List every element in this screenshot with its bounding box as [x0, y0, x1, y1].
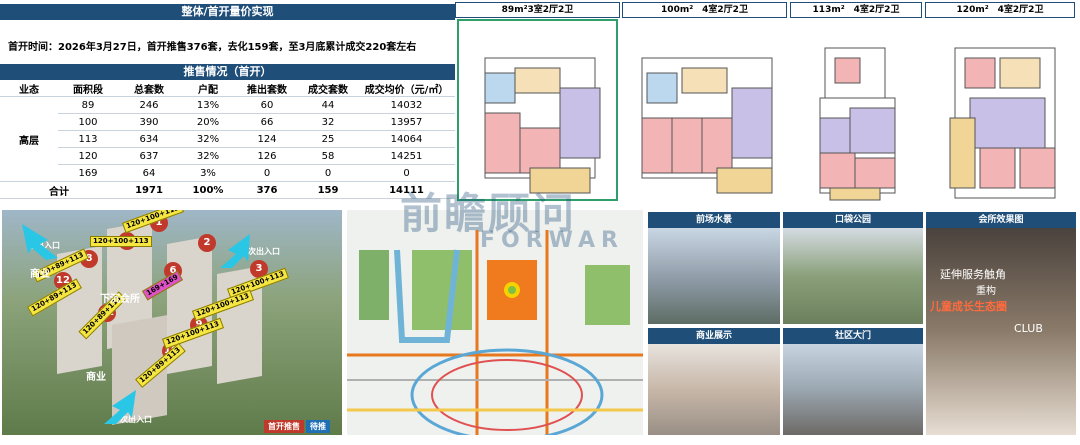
- photo-title: 会所效果图: [926, 212, 1076, 228]
- table-cell: 100%: [180, 181, 236, 199]
- entry-arrow-icon: [220, 234, 250, 268]
- table-cell: 120: [58, 147, 118, 165]
- table-cell: 1971: [118, 181, 180, 199]
- sales-table-wrap: 业态 面积段 总套数 户配 推出套数 成交套数 成交均价（元/㎡） 高层 89 …: [0, 80, 455, 199]
- table-row: 120 637 32% 126 58 14251: [0, 147, 455, 165]
- table-cell: 637: [118, 147, 180, 165]
- floorplan-120-drawing: [949, 47, 1056, 199]
- table-cell: 0: [236, 164, 298, 182]
- table-cell: 126: [236, 147, 298, 165]
- club-text: CLUB: [1014, 322, 1043, 335]
- table-cell: 32%: [180, 147, 236, 165]
- summary-title: 整体/首开量价实现: [0, 4, 455, 20]
- table-cell: 246: [118, 96, 180, 114]
- table-cell: 20%: [180, 113, 236, 131]
- floorplan-89: 89m²3室2厅2卫: [455, 2, 620, 202]
- table-cell: 64: [118, 164, 180, 182]
- photo-title: 前场水景: [648, 212, 780, 228]
- photo-pocket-park: 口袋公园: [783, 212, 923, 324]
- table-row: 100 390 20% 66 32 13957: [0, 113, 455, 131]
- floorplan-100-drawing: [641, 57, 773, 194]
- photo-title: 社区大门: [783, 328, 923, 344]
- table-cell: 13%: [180, 96, 236, 114]
- entry-arrows: [22, 224, 250, 424]
- total-label: 合计: [0, 181, 118, 199]
- photo-title: 口袋公园: [783, 212, 923, 228]
- club-text: 儿童成长生态圈: [930, 300, 1007, 313]
- table-cell: 58: [298, 147, 358, 165]
- table-cell: 14064: [358, 130, 455, 148]
- floorplan-120: 120m² 4室2厅2卫: [925, 2, 1075, 202]
- table-cell: 113: [58, 130, 118, 148]
- table-cell: 390: [118, 113, 180, 131]
- floorplan-100: 100m² 4室2厅2卫: [622, 2, 787, 202]
- club-text: 延伸服务触角: [940, 268, 1006, 281]
- club-text: 重构: [976, 286, 996, 297]
- col-header: 成交均价（元/㎡）: [358, 80, 455, 97]
- entry-arrow-icon: [104, 390, 136, 424]
- table-cell: 0: [298, 164, 358, 182]
- table-cell: 14251: [358, 147, 455, 165]
- col-header: 户配: [180, 80, 236, 97]
- table-cell: 124: [236, 130, 298, 148]
- category-cell: 高层: [0, 96, 58, 182]
- floorplan-title: 120m² 4室2厅2卫: [925, 2, 1075, 18]
- table-cell: 634: [118, 130, 180, 148]
- floorplan-title: 100m² 4室2厅2卫: [622, 2, 787, 18]
- floorplan-89-drawing: [457, 19, 618, 201]
- watermark-en: FORWAR: [480, 228, 624, 253]
- site-aerial-image: 1 2 3 6 7 8 9 10 11 12 120+100+113 120+1…: [2, 210, 342, 435]
- table-cell: 13957: [358, 113, 455, 131]
- col-header: 业态: [0, 80, 58, 97]
- floorplan-113: 113m² 4室2厅2卫: [790, 2, 922, 202]
- col-header: 面积段: [58, 80, 118, 97]
- table-header-row: 业态 面积段 总套数 户配 推出套数 成交套数 成交均价（元/㎡）: [0, 80, 455, 97]
- table-cell: 60: [236, 96, 298, 114]
- table-row: 169 64 3% 0 0 0: [0, 164, 455, 182]
- sales-title: 推售情况（首开）: [0, 64, 455, 80]
- photo-title: 商业展示: [648, 328, 780, 344]
- table-cell: 169: [58, 164, 118, 182]
- table-row: 113 634 32% 124 25 14064: [0, 130, 455, 148]
- table-cell: 3%: [180, 164, 236, 182]
- legend-launch: 首开推售: [264, 420, 304, 433]
- photo-club-effect: 会所效果图 延伸服务触角 重构 儿童成长生态圈 CLUB: [926, 212, 1076, 435]
- photo-front-water: 前场水景: [648, 212, 780, 324]
- table-cell: 32%: [180, 130, 236, 148]
- table-cell: 14032: [358, 96, 455, 114]
- table-cell: 32: [298, 113, 358, 131]
- col-header: 成交套数: [298, 80, 358, 97]
- table-cell: 0: [358, 164, 455, 182]
- legend-pending: 待推: [306, 420, 330, 433]
- col-header: 总套数: [118, 80, 180, 97]
- table-cell: 376: [236, 181, 298, 199]
- table-cell: 89: [58, 96, 118, 114]
- entry-arrow-icon: [22, 224, 58, 260]
- floorplan-113-drawing: [819, 47, 896, 201]
- table-cell: 25: [298, 130, 358, 148]
- sales-table: 业态 面积段 总套数 户配 推出套数 成交套数 成交均价（元/㎡） 高层 89 …: [0, 80, 455, 199]
- table-cell: 44: [298, 96, 358, 114]
- table-row: 高层 89 246 13% 60 44 14032: [0, 96, 455, 182]
- floorplan-title: 113m² 4室2厅2卫: [790, 2, 922, 18]
- table-cell: 66: [236, 113, 298, 131]
- col-header: 推出套数: [236, 80, 298, 97]
- floorplan-title: 89m²3室2厅2卫: [455, 2, 620, 18]
- photo-commercial: 商业展示: [648, 328, 780, 435]
- table-total-row: 合计 1971 100% 376 159 14111: [0, 181, 455, 199]
- table-cell: 100: [58, 113, 118, 131]
- summary-text: 首开时间：2026年3月27日，首开推售376套，去化159套，至3月底累计成交…: [8, 42, 417, 53]
- photo-gate: 社区大门: [783, 328, 923, 435]
- table-cell: 159: [298, 181, 358, 199]
